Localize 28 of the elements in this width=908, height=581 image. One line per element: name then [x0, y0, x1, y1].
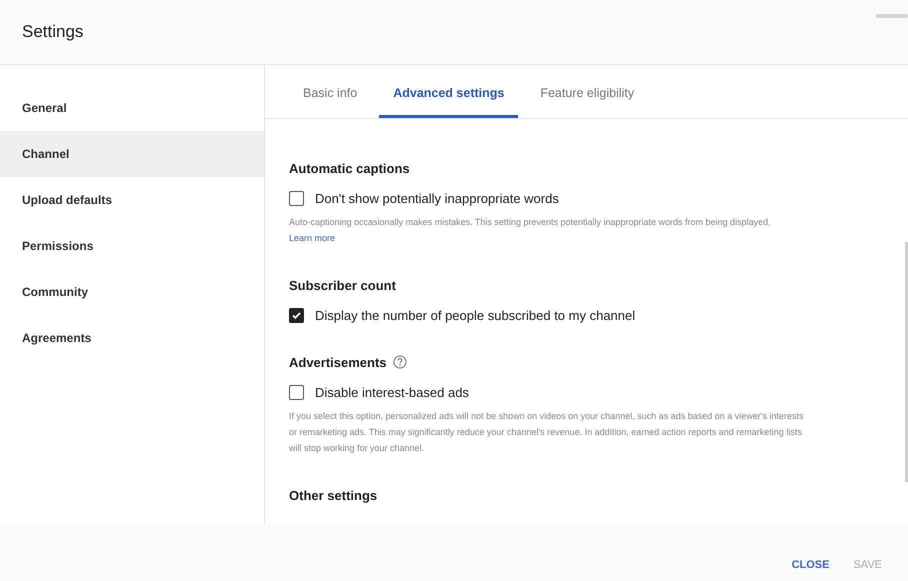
- description: If you select this option, personalized ads will not be shown on videos on your channel, such as ads based on a viewer's interests or remarketing ads. This may significantly reduce your channel's revenue. In addition, earned action reports and remarketing lists will stop working for your channel.: [289, 410, 805, 455]
- help-icon[interactable]: [392, 355, 407, 369]
- section-title: Subscriber count: [289, 278, 396, 292]
- section-title: Other settings: [289, 488, 378, 502]
- checkbox-label[interactable]: Disable interest-based ads: [315, 385, 469, 400]
- tab[interactable]: Advanced settings: [379, 78, 518, 118]
- close-button[interactable]: CLOSE: [782, 551, 840, 579]
- sidebar-item[interactable]: Permissions: [0, 223, 264, 269]
- checkmark-icon: [291, 310, 302, 321]
- scrollbar[interactable]: [905, 242, 908, 482]
- checkbox[interactable]: [289, 191, 304, 206]
- description: Auto-captioning occasionally makes mistakes. This setting prevents potentially inappropriate words from being displayed. Learn more: [289, 216, 772, 245]
- checkbox-label[interactable]: Display the number of people subscribed to my channel: [315, 308, 636, 323]
- sidebar-item[interactable]: Upload defaults: [0, 177, 264, 223]
- drag-handle[interactable]: [876, 14, 908, 18]
- sidebar-item[interactable]: Community: [0, 269, 264, 315]
- section-title: Advertisements: [289, 354, 387, 370]
- section-title: Automatic captions: [289, 160, 410, 176]
- tab[interactable]: Feature eligibility: [526, 78, 648, 118]
- checkbox-label[interactable]: Don't show potentially inappropriate words: [315, 191, 559, 206]
- sidebar-item[interactable]: Channel: [0, 131, 264, 177]
- checkbox[interactable]: [289, 385, 304, 400]
- sidebar-item[interactable]: General: [0, 85, 264, 131]
- checkbox[interactable]: [289, 308, 304, 323]
- tab[interactable]: Basic info: [289, 78, 372, 118]
- window-title: Settings: [22, 22, 84, 42]
- learn-more-link[interactable]: Learn more: [289, 233, 336, 243]
- sidebar-item[interactable]: Agreements: [0, 315, 264, 361]
